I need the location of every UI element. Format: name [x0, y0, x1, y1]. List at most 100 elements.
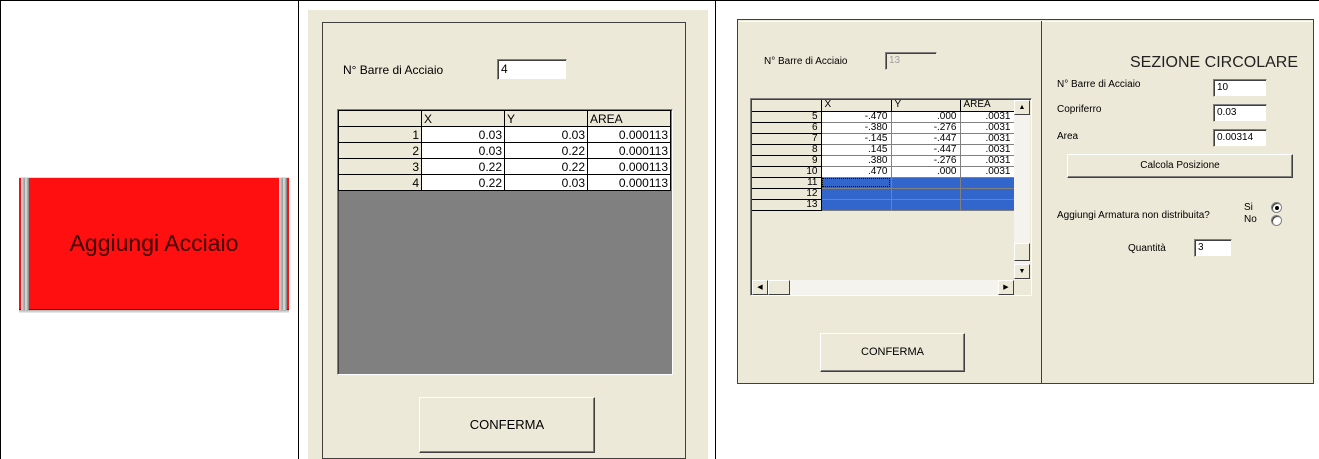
cell-x[interactable]: 0.22 — [421, 174, 505, 191]
cell-area[interactable]: .0031 — [960, 144, 1015, 156]
cell-y[interactable] — [891, 199, 961, 211]
cell-area[interactable]: .0031 — [960, 155, 1015, 167]
cell-x[interactable]: .380 — [821, 155, 892, 167]
col-header-y[interactable]: Y — [891, 100, 961, 112]
cell-y[interactable] — [891, 188, 961, 200]
table-row[interactable]: 3 0.22 0.22 0.000113 — [338, 158, 671, 175]
cell-area[interactable]: .0031 — [960, 111, 1015, 123]
cell-x[interactable]: 0.03 — [421, 126, 505, 143]
cell-y[interactable] — [891, 177, 961, 189]
cell-x[interactable]: .145 — [821, 144, 892, 156]
coords-grid[interactable]: X Y AREA 5 -.470 .000 .0031 6 -.380 -.27… — [752, 100, 1015, 211]
table-row[interactable]: 11 — [752, 177, 1015, 189]
cell-y[interactable]: .000 — [891, 166, 961, 178]
cell-area[interactable]: .0031 — [960, 122, 1015, 134]
horizontal-scrollbar[interactable] — [752, 280, 1014, 295]
scroll-left-icon[interactable]: ◀ — [752, 280, 768, 295]
calculate-position-button[interactable]: Calcola Posizione — [1067, 154, 1293, 178]
cell-y[interactable]: 0.03 — [504, 174, 588, 191]
scroll-thumb-vertical[interactable] — [1014, 243, 1030, 261]
cell-area[interactable]: 0.000113 — [587, 174, 671, 191]
table-row[interactable]: 9 .380 -.276 .0031 — [752, 155, 1015, 167]
row-number: 1 — [338, 126, 422, 143]
cell-area[interactable]: .0031 — [960, 133, 1015, 145]
table-row[interactable]: 4 0.22 0.03 0.000113 — [338, 174, 671, 191]
table-row[interactable]: 2 0.03 0.22 0.000113 — [338, 142, 671, 159]
row-number: 13 — [752, 199, 822, 211]
row-number: 12 — [752, 188, 822, 200]
corner-cell — [338, 110, 422, 127]
no-label: No — [1244, 214, 1257, 225]
cell-area[interactable]: 0.000113 — [587, 158, 671, 175]
section-bars-input[interactable]: 10 — [1213, 79, 1267, 97]
scroll-thumb-horizontal[interactable] — [768, 280, 790, 295]
cell-y[interactable]: 0.22 — [504, 158, 588, 175]
cell-y[interactable]: 0.03 — [504, 126, 588, 143]
cell-x[interactable]: -.470 — [821, 111, 892, 123]
no-radio[interactable] — [1271, 215, 1282, 226]
table-row[interactable]: 10 .470 .000 .0031 — [752, 166, 1015, 178]
scroll-right-icon[interactable]: ▶ — [998, 280, 1014, 295]
col-header-x[interactable]: X — [821, 100, 892, 112]
cell-y[interactable]: -.447 — [891, 144, 961, 156]
cell-y[interactable]: 0.22 — [504, 142, 588, 159]
cell-area[interactable]: 0.000113 — [587, 142, 671, 159]
row-number: 5 — [752, 111, 822, 123]
section-bars-label: N° Barre di Acciaio — [1057, 79, 1141, 90]
bars-count-label-2: N° Barre di Acciaio — [764, 56, 848, 67]
cell-y[interactable]: -.276 — [891, 155, 961, 167]
confirm-button-2[interactable]: CONFERMA — [820, 333, 965, 372]
table-row[interactable]: 13 — [752, 199, 1015, 211]
cell-x[interactable]: 0.22 — [421, 158, 505, 175]
cell-x[interactable] — [821, 177, 892, 189]
cell-y[interactable]: -.447 — [891, 133, 961, 145]
cell-x[interactable]: .470 — [821, 166, 892, 178]
table-row[interactable]: 1 0.03 0.03 0.000113 — [338, 126, 671, 143]
cell-y[interactable]: -.276 — [891, 122, 961, 134]
cell-area[interactable] — [960, 199, 1015, 211]
cell-y[interactable]: .000 — [891, 111, 961, 123]
cover-input[interactable]: 0.03 — [1213, 104, 1267, 122]
grid-header-row: X Y AREA — [338, 110, 671, 127]
row-number: 8 — [752, 144, 822, 156]
table-row[interactable]: 12 — [752, 188, 1015, 200]
cell-x[interactable]: -.380 — [821, 122, 892, 134]
table-row[interactable]: 7 -.145 -.447 .0031 — [752, 133, 1015, 145]
add-steel-button[interactable]: Aggiungi Acciaio — [19, 177, 289, 310]
row-number: 4 — [338, 174, 422, 191]
steel-grid[interactable]: X Y AREA 1 0.03 0.03 0.000113 2 0.03 0.2… — [338, 110, 671, 191]
col-header-y[interactable]: Y — [504, 110, 588, 127]
bars-count-label: N° Barre di Acciaio — [343, 63, 444, 77]
table-row[interactable]: 5 -.470 .000 .0031 — [752, 111, 1015, 123]
cell-area[interactable] — [960, 177, 1015, 189]
confirm-button[interactable]: CONFERMA — [419, 397, 595, 453]
cell-x[interactable]: 0.03 — [421, 142, 505, 159]
cell-area[interactable]: 0.000113 — [587, 126, 671, 143]
bars-count-input-2[interactable]: 13 — [885, 52, 937, 70]
cell-area[interactable]: .0031 — [960, 166, 1015, 178]
middle-form: N° Barre di Acciaio 4 X Y AREA 1 0.03 0.… — [322, 22, 686, 459]
yes-radio[interactable] — [1271, 202, 1282, 213]
row-number: 3 — [338, 158, 422, 175]
cell-x[interactable] — [821, 199, 892, 211]
area-input[interactable]: 0.00314 — [1213, 129, 1267, 147]
table-row[interactable]: 6 -.380 -.276 .0031 — [752, 122, 1015, 134]
quantity-input[interactable]: 3 — [1194, 239, 1232, 257]
section-title: SEZIONE CIRCOLARE — [1129, 54, 1298, 71]
col-header-area[interactable]: AREA — [960, 100, 1015, 112]
yes-label: Si — [1244, 202, 1253, 213]
col-header-x[interactable]: X — [421, 110, 505, 127]
col-header-area[interactable]: AREA — [587, 110, 671, 127]
row-number: 10 — [752, 166, 822, 178]
cell-area[interactable] — [960, 188, 1015, 200]
corner-cell — [752, 100, 822, 112]
table-row[interactable]: 8 .145 -.447 .0031 — [752, 144, 1015, 156]
cell-x[interactable]: -.145 — [821, 133, 892, 145]
bars-count-input[interactable]: 4 — [497, 59, 567, 80]
cell-x[interactable] — [821, 188, 892, 200]
table-divider-2 — [715, 0, 716, 459]
row-number: 6 — [752, 122, 822, 134]
scroll-down-icon[interactable]: ▼ — [1014, 264, 1030, 279]
scroll-up-icon[interactable]: ▲ — [1014, 100, 1030, 115]
extra-reinforcement-label: Aggiungi Armatura non distribuita? — [1057, 210, 1210, 221]
